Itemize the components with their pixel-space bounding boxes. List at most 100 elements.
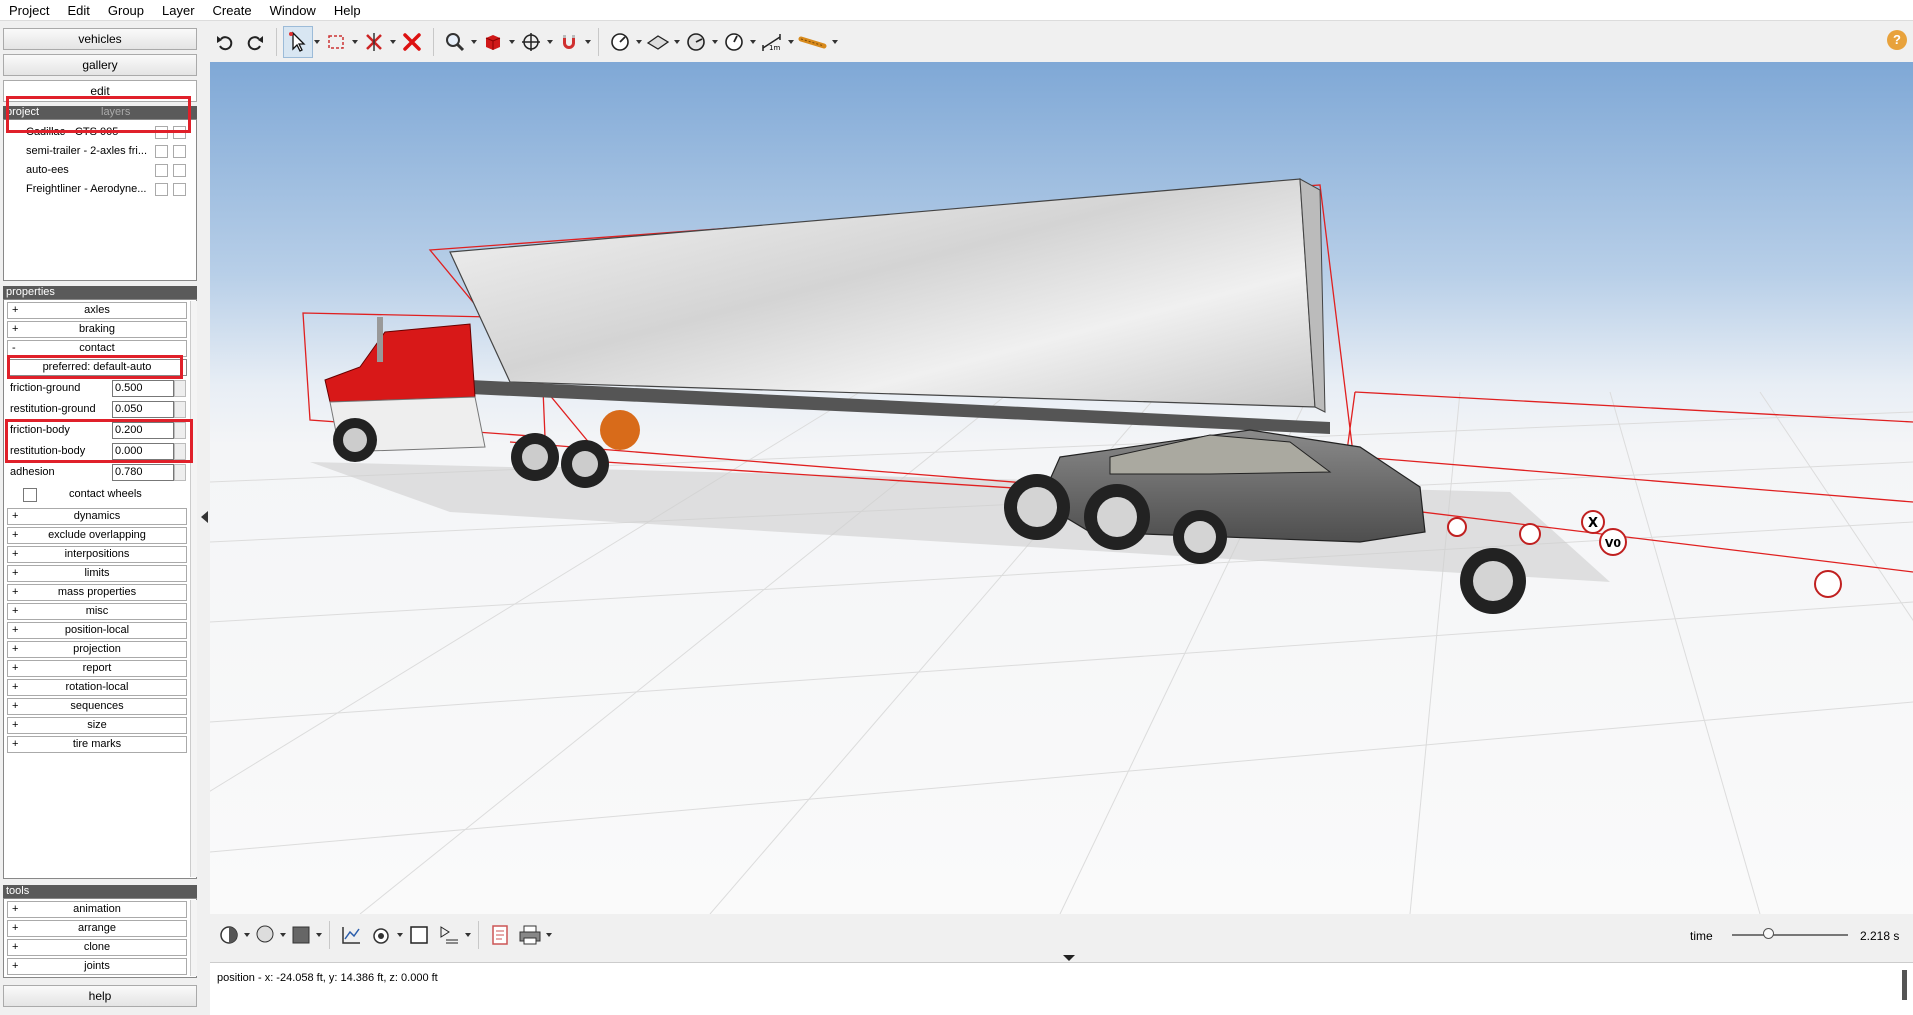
section-limits[interactable]: + limits bbox=[7, 565, 187, 582]
properties-scrollbar[interactable] bbox=[190, 301, 197, 877]
section-contact[interactable]: - contact bbox=[7, 340, 187, 357]
section-mass-properties[interactable]: + mass properties bbox=[7, 584, 187, 601]
lock-checkbox[interactable] bbox=[173, 126, 186, 139]
redo-button[interactable] bbox=[240, 26, 270, 58]
menu-window[interactable]: Window bbox=[261, 0, 325, 21]
shading-dropdown[interactable] bbox=[243, 919, 251, 951]
play-dropdown[interactable] bbox=[464, 919, 472, 951]
move-dropdown[interactable] bbox=[546, 26, 554, 58]
section-projection[interactable]: + projection bbox=[7, 641, 187, 658]
section-tire-marks[interactable]: + tire marks bbox=[7, 736, 187, 753]
view-cube-button[interactable] bbox=[478, 26, 508, 58]
delete-button[interactable] bbox=[397, 26, 427, 58]
section-interpositions[interactable]: + interpositions bbox=[7, 546, 187, 563]
adhesion-input[interactable]: 0.780 bbox=[112, 464, 174, 481]
status-scroll-handle[interactable] bbox=[1902, 970, 1907, 1000]
tools-scrollbar[interactable] bbox=[190, 900, 197, 976]
expand-panel-arrow-icon[interactable] bbox=[1063, 955, 1075, 961]
spinner[interactable] bbox=[174, 380, 186, 397]
spinner[interactable] bbox=[174, 401, 186, 418]
camera-button[interactable] bbox=[366, 919, 396, 951]
head-view-dropdown[interactable] bbox=[279, 919, 287, 951]
view-cube-dropdown[interactable] bbox=[508, 26, 516, 58]
preferred-dropdown[interactable]: preferred: default-auto bbox=[7, 359, 187, 376]
time-slider-handle[interactable] bbox=[1762, 928, 1774, 939]
shading-button[interactable] bbox=[215, 919, 243, 951]
gallery-button[interactable]: gallery bbox=[3, 54, 197, 76]
tool-joints[interactable]: + joints bbox=[7, 958, 187, 975]
section-position-local[interactable]: + position-local bbox=[7, 622, 187, 639]
head-view-button[interactable] bbox=[251, 919, 279, 951]
collapse-sidebar-arrow-icon[interactable] bbox=[201, 511, 208, 523]
tape-measure-dropdown[interactable] bbox=[831, 26, 839, 58]
frame-button[interactable] bbox=[404, 919, 434, 951]
time-slider[interactable] bbox=[1732, 934, 1848, 936]
visibility-checkbox[interactable] bbox=[155, 164, 168, 177]
zoom-button[interactable] bbox=[440, 26, 470, 58]
surface-dropdown[interactable] bbox=[673, 26, 681, 58]
box-select-dropdown[interactable] bbox=[351, 26, 359, 58]
split-tool-button[interactable] bbox=[359, 26, 389, 58]
menu-help[interactable]: Help bbox=[325, 0, 370, 21]
lock-checkbox[interactable] bbox=[173, 164, 186, 177]
vehicles-button[interactable]: vehicles bbox=[3, 28, 197, 50]
measure-dropdown[interactable] bbox=[635, 26, 643, 58]
section-misc[interactable]: + misc bbox=[7, 603, 187, 620]
section-dynamics[interactable]: + dynamics bbox=[7, 508, 187, 525]
speed-dropdown[interactable] bbox=[749, 26, 757, 58]
angle-button[interactable] bbox=[681, 26, 711, 58]
camera-dropdown[interactable] bbox=[396, 919, 404, 951]
restitution-body-input[interactable]: 0.000 bbox=[112, 443, 174, 460]
section-rotation-local[interactable]: + rotation-local bbox=[7, 679, 187, 696]
section-braking[interactable]: + braking bbox=[7, 321, 187, 338]
section-sequences[interactable]: + sequences bbox=[7, 698, 187, 715]
lock-checkbox[interactable] bbox=[173, 183, 186, 196]
visibility-checkbox[interactable] bbox=[155, 183, 168, 196]
visibility-checkbox[interactable] bbox=[155, 126, 168, 139]
menu-layer[interactable]: Layer bbox=[153, 0, 204, 21]
angle-dropdown[interactable] bbox=[711, 26, 719, 58]
select-tool-button[interactable] bbox=[283, 26, 313, 58]
project-item-auto-ees[interactable]: auto-ees bbox=[4, 161, 196, 180]
select-tool-dropdown[interactable] bbox=[313, 26, 321, 58]
move-button[interactable] bbox=[516, 26, 546, 58]
tab-project[interactable]: project bbox=[6, 106, 39, 118]
color-button[interactable] bbox=[287, 919, 315, 951]
project-item-semi-trailer[interactable]: semi-trailer - 2-axles fri... bbox=[4, 142, 196, 161]
menu-project[interactable]: Project bbox=[0, 0, 58, 21]
chart-button[interactable] bbox=[336, 919, 366, 951]
friction-ground-input[interactable]: 0.500 bbox=[112, 380, 174, 397]
project-item-freightliner[interactable]: Freightliner - Aerodyne... bbox=[4, 180, 196, 199]
visibility-checkbox[interactable] bbox=[155, 145, 168, 158]
dimension-button[interactable]: 1m bbox=[757, 26, 787, 58]
surface-button[interactable] bbox=[643, 26, 673, 58]
tool-arrange[interactable]: + arrange bbox=[7, 920, 187, 937]
lock-checkbox[interactable] bbox=[173, 145, 186, 158]
tool-animation[interactable]: + animation bbox=[7, 901, 187, 918]
3d-viewport[interactable]: X V0 bbox=[210, 62, 1913, 914]
spinner[interactable] bbox=[174, 443, 186, 460]
color-dropdown[interactable] bbox=[315, 919, 323, 951]
tape-measure-button[interactable] bbox=[795, 26, 831, 58]
menu-edit[interactable]: Edit bbox=[58, 0, 98, 21]
zoom-dropdown[interactable] bbox=[470, 26, 478, 58]
tab-layers[interactable]: layers bbox=[101, 106, 130, 119]
print-button[interactable] bbox=[515, 919, 545, 951]
project-item-cadillac[interactable]: Cadillac - CTS 005 bbox=[4, 123, 196, 142]
split-tool-dropdown[interactable] bbox=[389, 26, 397, 58]
section-report[interactable]: + report bbox=[7, 660, 187, 677]
dimension-dropdown[interactable] bbox=[787, 26, 795, 58]
speed-button[interactable] bbox=[719, 26, 749, 58]
help-icon[interactable]: ? bbox=[1887, 30, 1907, 50]
snap-dropdown[interactable] bbox=[584, 26, 592, 58]
friction-body-input[interactable]: 0.200 bbox=[112, 422, 174, 439]
measure-button[interactable] bbox=[605, 26, 635, 58]
edit-button[interactable]: edit bbox=[3, 80, 197, 102]
spinner[interactable] bbox=[174, 464, 186, 481]
contact-wheels-checkbox[interactable] bbox=[23, 488, 37, 502]
menu-group[interactable]: Group bbox=[99, 0, 153, 21]
help-button[interactable]: help bbox=[3, 985, 197, 1007]
box-select-button[interactable] bbox=[321, 26, 351, 58]
play-button[interactable] bbox=[434, 919, 464, 951]
section-axles[interactable]: + axles bbox=[7, 302, 187, 319]
